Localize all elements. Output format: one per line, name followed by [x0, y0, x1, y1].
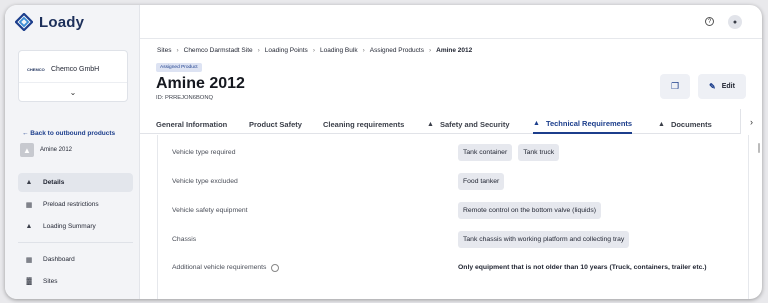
sidebar-item-label: Loading Summary: [43, 223, 96, 230]
type-badge: Assigned Product: [156, 63, 202, 72]
tab-label: Technical Requirements: [545, 118, 633, 128]
sidebar-item-label: Dashboard: [43, 256, 75, 263]
tab-product-safety[interactable]: Product Safety: [249, 114, 302, 134]
page-title: Amine 2012: [156, 75, 245, 92]
chevron-down-icon[interactable]: ⌄: [19, 82, 127, 97]
tab-documents[interactable]: ▲ Documents: [658, 114, 712, 134]
requirement-label: Additional vehicle requirements: [172, 264, 267, 271]
current-product: ▲ Amine 2012: [20, 143, 72, 157]
topbar: ? ●: [140, 5, 762, 39]
tab-label: Product Safety: [249, 119, 302, 129]
value-chip: Tank chassis with working platform and c…: [458, 231, 630, 248]
tabs-scroll-right-button[interactable]: ›: [740, 109, 762, 134]
value-chip: Tank truck: [518, 144, 560, 161]
flask-icon: ▲: [427, 120, 434, 128]
breadcrumb-item-site[interactable]: Chemco Darmstadt Site: [184, 47, 253, 54]
requirement-row-vehicle-type-excluded: Vehicle type excluded Food tanker: [158, 167, 748, 196]
flask-icon: ▲: [533, 119, 540, 127]
tab-label: Documents: [670, 119, 712, 129]
sidebar-item-loading-summary[interactable]: ▲ Loading Summary: [18, 217, 133, 236]
requirement-row-vehicle-type-required: Vehicle type required Tank container Tan…: [158, 138, 748, 167]
company-logo: CHEMCO: [27, 67, 45, 72]
requirement-row-chassis: Chassis Tank chassis with working platfo…: [158, 225, 748, 254]
sidebar-divider: [18, 242, 133, 243]
sidebar-nav-main: ▦ Dashboard ▓ Sites: [18, 250, 133, 294]
chevron-right-icon: ›: [750, 116, 753, 127]
flask-icon: ▲: [658, 120, 665, 128]
sidebar-item-label: Sites: [43, 278, 58, 285]
breadcrumb-item-assigned-products[interactable]: Assigned Products: [370, 47, 424, 54]
requirement-label: Vehicle safety equipment: [172, 207, 248, 214]
tab-technical-requirements[interactable]: ▲ Technical Requirements: [533, 114, 633, 134]
requirement-row-additional: Additional vehicle requirements Only equ…: [158, 253, 748, 282]
flask-icon: ▲: [25, 179, 33, 186]
pencil-icon: ✎: [709, 82, 716, 91]
chevron-right-icon: ›: [176, 47, 179, 54]
requirement-label: Vehicle type excluded: [172, 178, 238, 185]
chevron-right-icon: ›: [428, 47, 432, 54]
product-label: Amine 2012: [40, 147, 73, 153]
chevron-right-icon: ›: [312, 47, 315, 54]
sidebar-item-preload-restrictions[interactable]: ▦ Preload restrictions: [18, 195, 133, 214]
app-window: Loady CHEMCO Chemco GmbH ⌄ ← Back to out…: [5, 5, 762, 299]
breadcrumb-item-loading-points[interactable]: Loading Points: [265, 47, 308, 54]
scrollbar-thumb[interactable]: [758, 143, 760, 153]
sidebar-item-sites[interactable]: ▓ Sites: [18, 272, 133, 291]
flask-icon: ▲: [25, 223, 33, 230]
sidebar-item-label: Preload restrictions: [43, 201, 99, 208]
technical-requirements-panel: Vehicle type required Tank container Tan…: [157, 135, 749, 299]
requirement-label: Vehicle type required: [172, 149, 236, 156]
tab-cleaning-requirements[interactable]: Cleaning requirements: [323, 114, 404, 134]
sidebar-item-details[interactable]: ▲ Details: [18, 173, 133, 192]
loady-logo-icon: [15, 13, 33, 31]
chevron-right-icon: ›: [362, 47, 365, 54]
tab-safety-and-security[interactable]: ▲ Safety and Security: [427, 114, 510, 134]
sites-icon: ▓: [26, 278, 32, 285]
requirement-value: Only equipment that is not older than 10…: [458, 264, 707, 271]
value-chip: Remote control on the bottom valve (liqu…: [458, 202, 601, 219]
help-icon[interactable]: ?: [705, 17, 714, 26]
value-chip: Food tanker: [458, 173, 505, 190]
tab-label: General Information: [156, 119, 228, 129]
tab-label: Cleaning requirements: [323, 119, 405, 129]
sidebar-item-dashboard[interactable]: ▦ Dashboard: [18, 250, 133, 269]
brand[interactable]: Loady: [15, 13, 84, 31]
edit-label: Edit: [721, 83, 735, 90]
requirement-row-vehicle-safety-equipment: Vehicle safety equipment Remote control …: [158, 196, 748, 225]
sidebar-nav-product: ▲ Details ▦ Preload restrictions ▲ Loadi…: [18, 173, 133, 239]
breadcrumb: Sites › Chemco Darmstadt Site › Loading …: [157, 47, 472, 54]
tab-label: Safety and Security: [439, 119, 510, 129]
product-id: ID: PRREJON6BONQ: [156, 95, 214, 101]
globe-icon[interactable]: [271, 263, 280, 272]
back-to-outbound-link[interactable]: ← Back to outbound products: [22, 130, 115, 137]
copy-icon: ❐: [670, 81, 680, 91]
sidebar-item-label: Details: [43, 179, 65, 186]
requirement-values: Food tanker: [458, 173, 505, 190]
user-avatar-icon[interactable]: ●: [728, 15, 742, 29]
breadcrumb-item-sites[interactable]: Sites: [157, 47, 171, 54]
product-avatar-icon: ▲: [20, 143, 34, 157]
tab-general-information[interactable]: General Information: [156, 114, 227, 134]
copy-button[interactable]: ❐: [660, 74, 690, 99]
requirement-label-wrap: Additional vehicle requirements: [172, 263, 280, 272]
requirement-values: Tank chassis with working platform and c…: [458, 231, 630, 248]
edit-button[interactable]: ✎ Edit: [698, 74, 746, 99]
value-chip: Tank container: [458, 144, 513, 161]
company-selector[interactable]: CHEMCO Chemco GmbH ⌄: [18, 50, 128, 102]
chevron-right-icon: ›: [257, 47, 260, 54]
tab-bar: General Information Product Safety Clean…: [140, 109, 762, 134]
breadcrumb-item-loading-bulk[interactable]: Loading Bulk: [320, 47, 358, 54]
requirement-values: Tank container Tank truck: [458, 144, 560, 161]
breadcrumb-item-current: Amine 2012: [436, 47, 473, 54]
brand-name: Loady: [39, 13, 85, 31]
company-name: Chemco GmbH: [51, 66, 100, 73]
sidebar: Loady CHEMCO Chemco GmbH ⌄ ← Back to out…: [5, 5, 140, 299]
main-content: ? ● Sites › Chemco Darmstadt Site › Load…: [140, 5, 762, 299]
requirement-label: Chassis: [172, 236, 197, 243]
requirement-values: Remote control on the bottom valve (liqu…: [458, 202, 601, 219]
document-icon: ▦: [25, 201, 33, 209]
dashboard-icon: ▦: [25, 256, 33, 264]
